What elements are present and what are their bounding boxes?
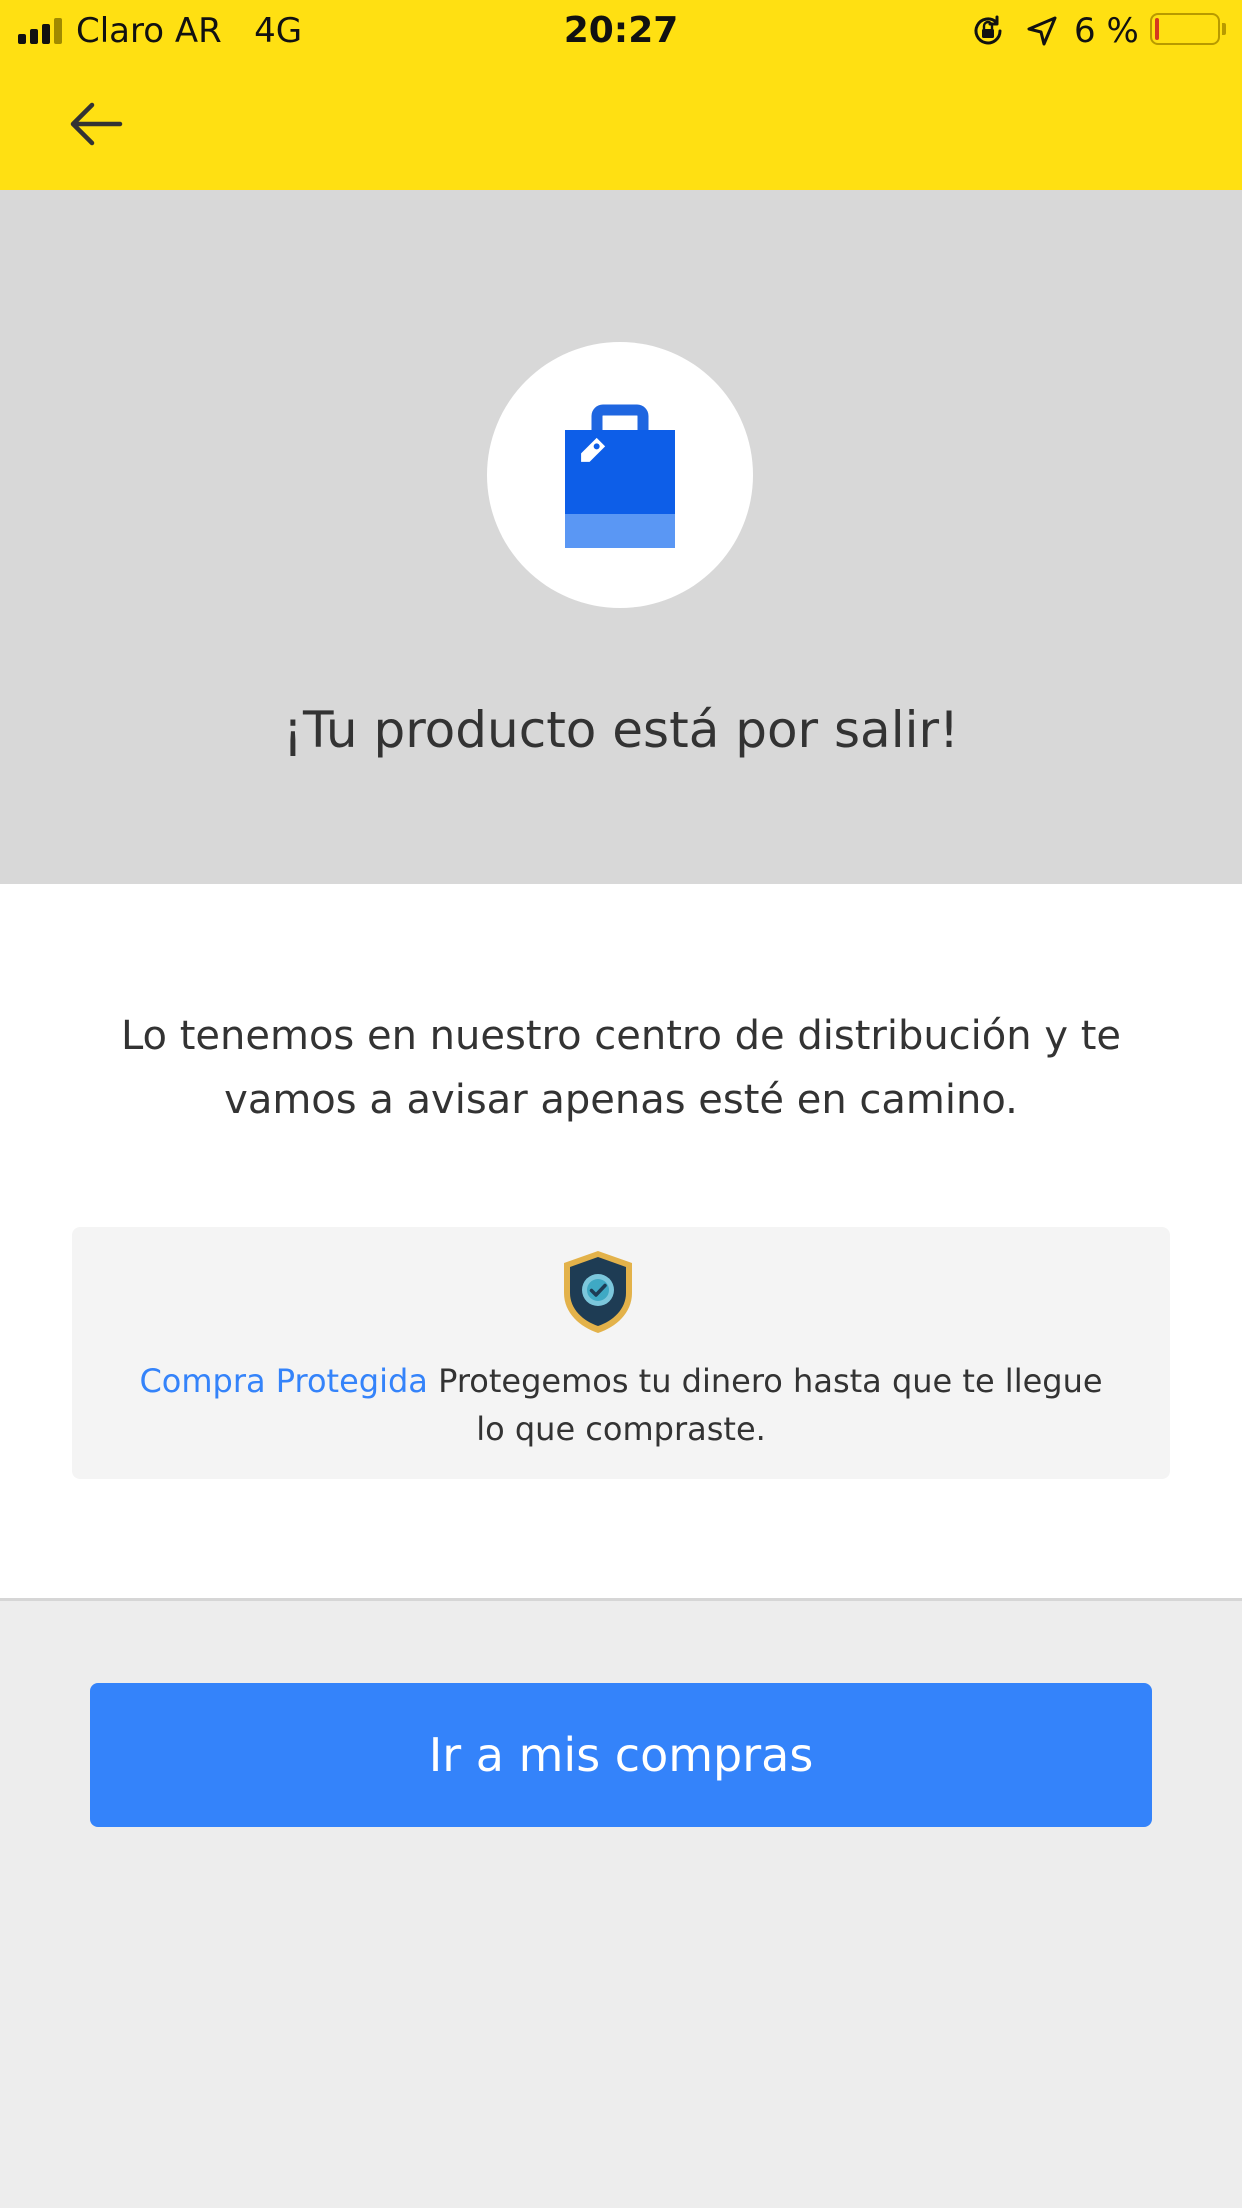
protected-purchase-card: Compra Protegida Protegemos tu dinero ha… [72, 1227, 1170, 1479]
back-button[interactable] [56, 84, 136, 164]
protected-purchase-text: Compra Protegida Protegemos tu dinero ha… [122, 1357, 1120, 1453]
page-title: ¡Tu producto está por salir! [282, 701, 960, 759]
status-bar: Claro AR 4G 20:27 6 % [0, 0, 1242, 62]
arrow-left-icon [70, 102, 123, 146]
location-arrow-icon [1027, 16, 1057, 46]
battery-level-fill [1155, 18, 1159, 40]
orientation-lock-icon [974, 15, 1002, 45]
content-panel: Lo tenemos en nuestro centro de distribu… [0, 884, 1242, 1601]
go-to-purchases-button[interactable]: Ir a mis compras [90, 1683, 1152, 1827]
battery-tip [1222, 23, 1226, 35]
shopping-bag-icon [565, 404, 675, 548]
protected-purchase-description: Protegemos tu dinero hasta que te llegue… [427, 1362, 1103, 1448]
status-hero: ¡Tu producto está por salir! [0, 190, 1242, 884]
app-header: Claro AR 4G 20:27 6 % [0, 0, 1242, 190]
protected-purchase-link[interactable]: Compra Protegida [139, 1362, 427, 1400]
shield-check-icon [564, 1251, 632, 1333]
icon-circle [487, 342, 753, 608]
battery-percentage: 6 % [1074, 11, 1139, 51]
battery-icon [1150, 13, 1220, 45]
status-message: Lo tenemos en nuestro centro de distribu… [120, 1013, 1122, 1123]
